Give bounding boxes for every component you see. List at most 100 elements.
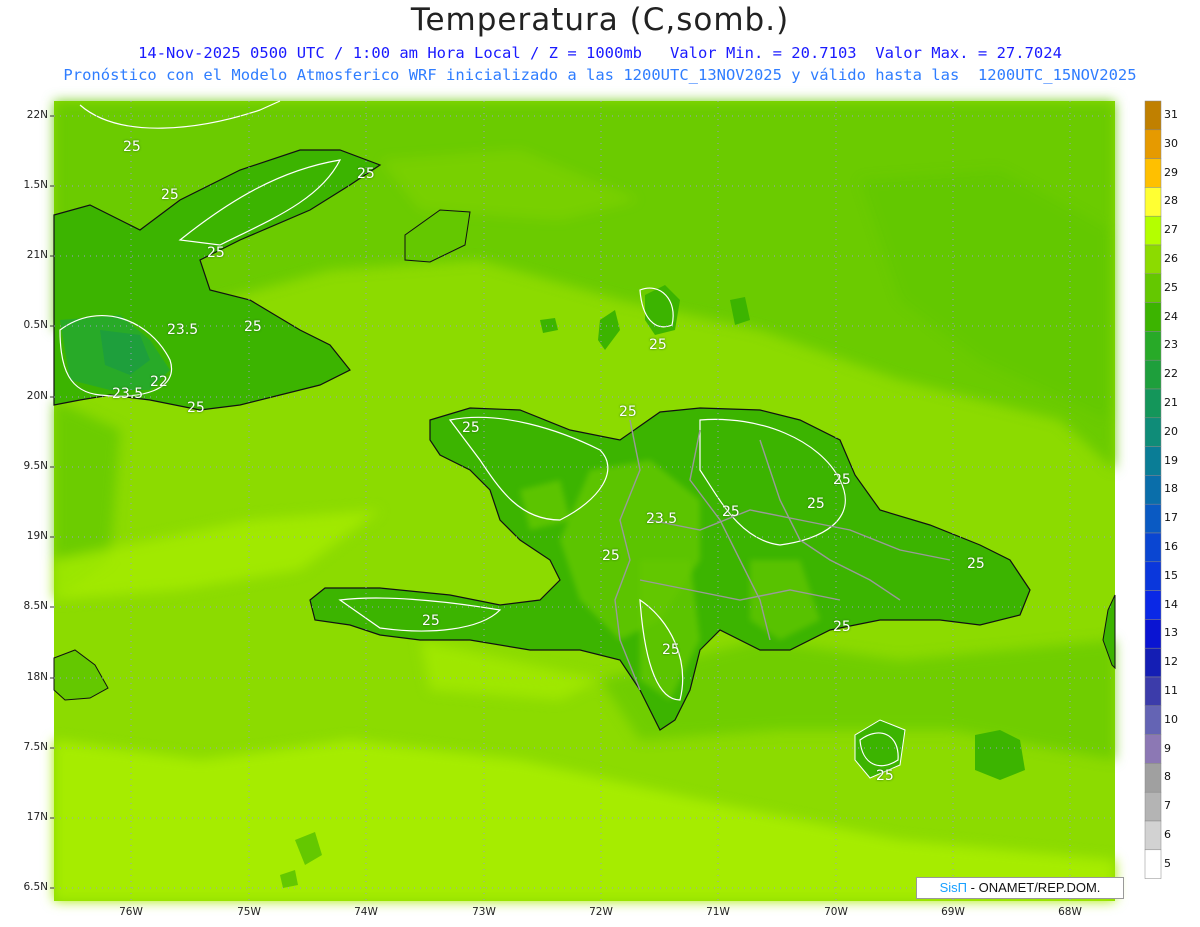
contour-label: 25 (662, 642, 680, 658)
colorbar-swatch (1144, 849, 1162, 879)
contour-label: 25 (123, 139, 141, 155)
colorbar-label: 22 (1164, 367, 1178, 381)
contour-label: 25 (462, 420, 480, 436)
contour-label: 23.5 (167, 322, 199, 338)
colorbar-swatch (1144, 417, 1162, 447)
colorbar-swatch (1144, 331, 1162, 361)
contour-label: 23.5 (112, 386, 144, 402)
colorbar-swatch (1144, 820, 1162, 851)
colorbar-label: 13 (1164, 626, 1178, 640)
credit-box: SisΠ - ONAMET/REP.DOM. (916, 877, 1124, 899)
lat-label: 7.5N (23, 741, 48, 753)
lat-label: 22N (26, 109, 48, 121)
sispi-logo: SisΠ (939, 880, 968, 895)
colorbar-label: 15 (1164, 568, 1178, 582)
contour-label: 25 (602, 548, 620, 564)
lat-label: 1.5N (23, 179, 48, 191)
contour-label: 25 (161, 187, 179, 203)
colorbar-label: 17 (1164, 511, 1178, 525)
contour-label: 22 (150, 374, 168, 390)
colorbar-swatch (1144, 590, 1162, 620)
colorbar-label: 25 (1164, 280, 1178, 294)
colorbar-swatch (1144, 187, 1162, 217)
colorbar-label: 30 (1164, 136, 1178, 150)
colorbar-swatch (1144, 503, 1162, 534)
colorbar-label: 12 (1164, 655, 1178, 669)
colorbar-label: 10 (1164, 712, 1178, 726)
colorbar-label: 8 (1164, 770, 1171, 784)
colorbar-label: 19 (1164, 453, 1178, 467)
contour-label: 23.5 (646, 511, 678, 527)
lon-label: 70W (824, 906, 848, 918)
colorbar-label: 29 (1164, 165, 1178, 179)
contour-label: 25 (722, 504, 740, 520)
lon-label: 69W (941, 906, 965, 918)
colorbar-label: 6 (1164, 828, 1171, 841)
lon-label: 76W (119, 906, 143, 918)
colorbar (1144, 100, 1162, 879)
colorbar-label: 31 (1164, 108, 1178, 121)
temperature-map (50, 100, 1162, 901)
lat-label: 18N (26, 671, 48, 683)
credit-text: - ONAMET/REP.DOM. (967, 880, 1101, 895)
colorbar-swatch (1144, 475, 1162, 505)
colorbar-swatch (1144, 129, 1162, 159)
contour-label: 25 (967, 556, 985, 572)
colorbar-label: 24 (1164, 309, 1178, 323)
colorbar-label: 11 (1164, 684, 1178, 697)
lon-label: 72W (589, 906, 613, 918)
colorbar-label: 21 (1164, 396, 1178, 409)
lat-label: 17N (26, 811, 48, 823)
contour-label: 25 (807, 496, 825, 512)
colorbar-swatch (1144, 791, 1162, 822)
colorbar-swatch (1144, 676, 1162, 707)
lon-label: 68W (1058, 906, 1082, 918)
lat-label: 19N (26, 530, 48, 542)
colorbar-label: 20 (1164, 424, 1178, 438)
colorbar-label: 23 (1164, 338, 1178, 352)
lat-label: 6.5N (23, 881, 48, 893)
colorbar-swatch (1144, 302, 1162, 332)
lon-label: 73W (472, 906, 496, 918)
colorbar-swatch (1144, 158, 1162, 188)
colorbar-label: 26 (1164, 252, 1178, 265)
colorbar-swatch (1144, 273, 1162, 303)
lat-label: 21N (26, 249, 48, 261)
colorbar-label: 5 (1164, 856, 1171, 870)
colorbar-swatch (1144, 446, 1162, 476)
colorbar-swatch (1144, 532, 1162, 563)
colorbar-label: 7 (1164, 799, 1171, 813)
colorbar-swatch (1144, 215, 1162, 246)
contour-label: 25 (619, 404, 637, 420)
lat-label: 9.5N (23, 460, 48, 472)
colorbar-swatch (1144, 619, 1162, 649)
colorbar-label: 27 (1164, 223, 1178, 237)
lon-label: 71W (706, 906, 730, 918)
colorbar-swatch (1144, 244, 1162, 275)
colorbar-swatch (1144, 763, 1162, 793)
contour-label: 25 (833, 472, 851, 488)
colorbar-swatch (1144, 705, 1162, 735)
contour-label: 25 (187, 400, 205, 416)
contour-label: 25 (833, 619, 851, 635)
colorbar-label: 16 (1164, 540, 1178, 553)
contour-label: 25 (876, 768, 894, 784)
colorbar-swatch (1144, 100, 1162, 131)
colorbar-swatch (1144, 388, 1162, 419)
colorbar-swatch (1144, 359, 1162, 390)
lat-label: 8.5N (23, 600, 48, 612)
colorbar-label: 28 (1164, 194, 1178, 208)
lat-label: 20N (26, 390, 48, 402)
lon-label: 74W (354, 906, 378, 918)
lat-label: 0.5N (23, 319, 48, 331)
colorbar-swatch (1144, 647, 1162, 678)
colorbar-swatch (1144, 561, 1162, 591)
contour-label: 25 (207, 245, 225, 261)
colorbar-label: 14 (1164, 597, 1178, 611)
contour-label: 25 (649, 337, 667, 353)
contour-label: 25 (422, 613, 440, 629)
lon-label: 75W (237, 906, 261, 918)
colorbar-label: 9 (1164, 741, 1171, 755)
contour-label: 25 (357, 166, 375, 182)
contour-label: 25 (244, 319, 262, 335)
